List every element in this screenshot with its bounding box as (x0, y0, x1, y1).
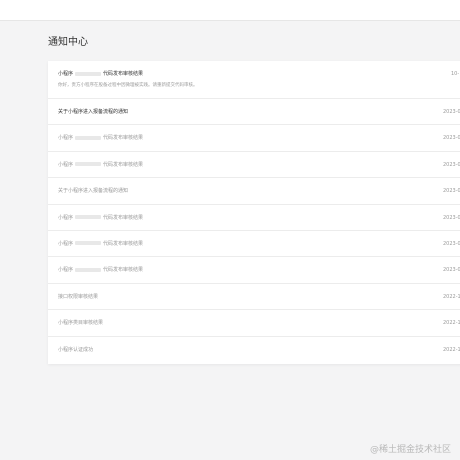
notification-item[interactable]: 小程序 代码发布审核结果 2023-0 (48, 125, 460, 152)
notification-item[interactable]: 小程序 代码发布审核结果 2023-0 (48, 205, 460, 231)
top-bar (0, 0, 460, 21)
notification-item[interactable]: 小程序 代码发布审核结果 2023-0 (48, 231, 460, 258)
notification-title: 小程序 代码发布审核结果 (58, 214, 144, 221)
notification-list: 小程序 代码发布审核结果 你好，贵方小程序在股备过程中因微理被实践。请重新提交代码… (48, 61, 460, 364)
notification-title: 接口权限审核结果 (58, 293, 99, 300)
notification-date: 2023-0 (443, 240, 460, 247)
notification-date: 2022-1 (443, 293, 460, 300)
notification-title: 关于小程序进入报备流程的通知 (58, 188, 129, 195)
notification-title: 小程序类目审核结果 (58, 320, 104, 327)
notification-date: 2022-1 (443, 320, 460, 327)
redacted-app-name (75, 71, 102, 76)
redacted-app-name (75, 241, 102, 246)
notification-title: 小程序 代码发布审核结果 (58, 161, 144, 168)
redacted-app-name (75, 162, 102, 167)
redacted-app-name (75, 267, 102, 272)
notification-item[interactable]: 接口权限审核结果 2022-1 (48, 284, 460, 311)
notification-date: 2023-0 (443, 267, 460, 274)
notification-title: 关于小程序进入报备流程的通知 (58, 109, 129, 115)
notification-description: 你好，贵方小程序在股备过程中因微理被实践。请重新提交代码审核。 (58, 83, 198, 88)
notification-title: 小程序认证成功 (58, 346, 94, 353)
notification-date: 2023-0 (443, 109, 460, 115)
notification-date: 2023-0 (443, 135, 460, 142)
notification-title: 小程序 代码发布审核结果 (58, 240, 144, 247)
notification-item[interactable]: 小程序认证成功 2022-1 (48, 337, 460, 363)
notification-item[interactable]: 小程序类目审核结果 2022-1 (48, 310, 460, 337)
notification-date: 2022-1 (443, 346, 460, 353)
notification-title: 小程序 代码发布审核结果 (58, 135, 144, 142)
notification-title: 小程序 代码发布审核结果 (58, 71, 144, 77)
notification-date: 2023-0 (443, 161, 460, 168)
notification-date: 2023-0 (443, 214, 460, 221)
notification-item[interactable]: 关于小程序进入报备流程的通知 2023-0 (48, 178, 460, 205)
notification-date: 2023-0 (443, 188, 460, 195)
notification-date: 10- (451, 71, 460, 77)
redacted-app-name (75, 135, 102, 140)
redacted-app-name (75, 215, 102, 220)
notification-item[interactable]: 小程序 代码发布审核结果 你好，贵方小程序在股备过程中因微理被实践。请重新提交代码… (48, 61, 460, 99)
watermark: @稀土掘金技术社区 (370, 445, 452, 455)
notification-item[interactable]: 关于小程序进入报备流程的通知 2023-0 (48, 99, 460, 126)
page-title: 通知中心 (48, 37, 88, 48)
notification-title: 小程序 代码发布审核结果 (58, 267, 144, 274)
notification-item[interactable]: 小程序 代码发布审核结果 2023-0 (48, 257, 460, 284)
notification-item[interactable]: 小程序 代码发布审核结果 2023-0 (48, 152, 460, 179)
